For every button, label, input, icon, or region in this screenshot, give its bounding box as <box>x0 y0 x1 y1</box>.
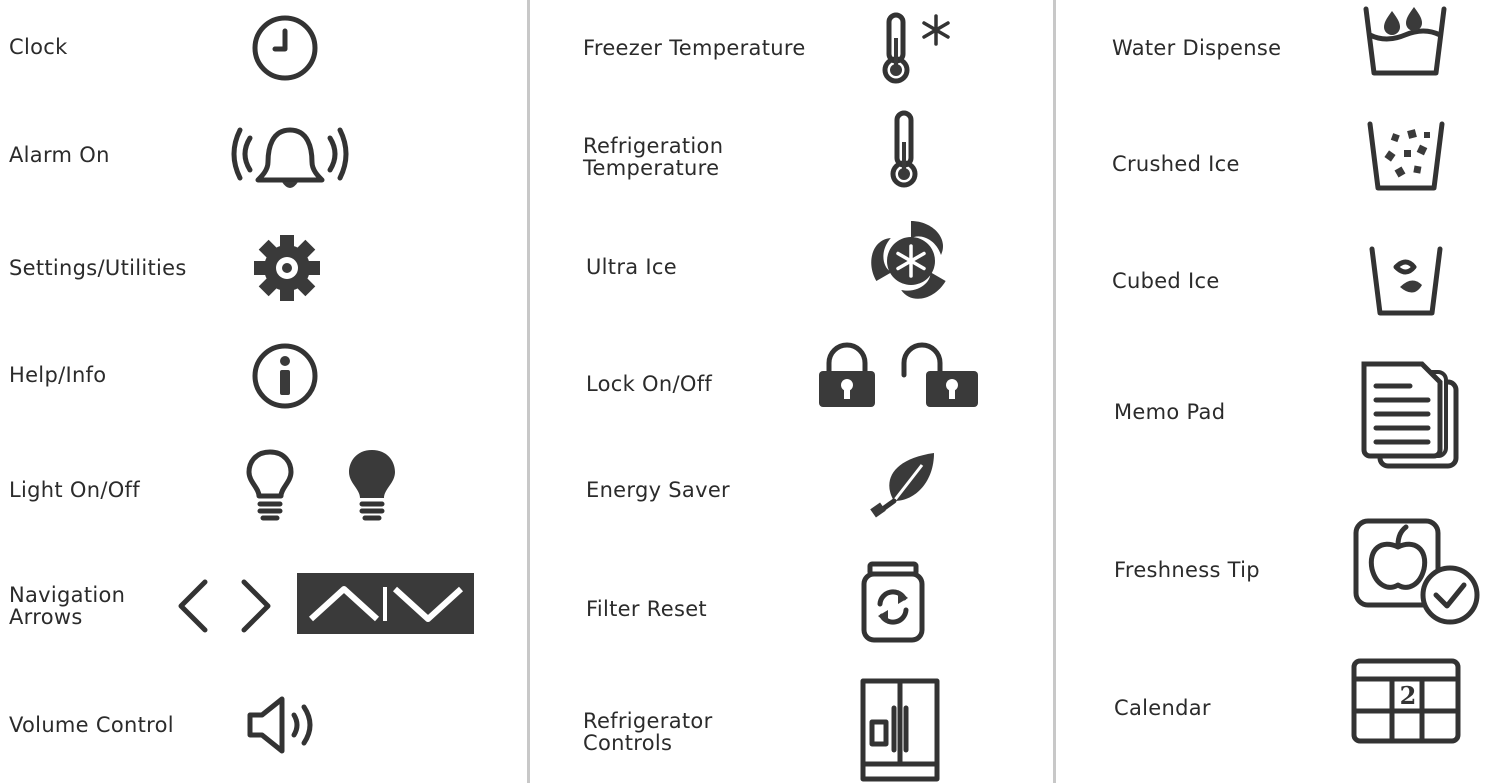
label-ultra-ice: Ultra Ice <box>586 255 677 279</box>
label-filter-reset: Filter Reset <box>586 597 707 621</box>
padlock-unlocked-icon[interactable] <box>900 342 980 409</box>
label-cubed-ice: Cubed Ice <box>1112 269 1220 293</box>
water-glass-icon[interactable] <box>1362 5 1448 77</box>
label-clock: Clock <box>9 35 68 59</box>
label-calendar: Calendar <box>1114 696 1211 720</box>
label-volume-control: Volume Control <box>9 713 174 737</box>
label-refrigerator-controls: Refrigerator Controls <box>583 709 713 755</box>
memo-pad-icon[interactable] <box>1360 360 1460 470</box>
column-divider-2 <box>1053 0 1056 783</box>
speaker-icon[interactable] <box>246 693 326 757</box>
label-settings-utilities: Settings/Utilities <box>9 256 187 280</box>
crushed-ice-icon[interactable] <box>1366 120 1446 192</box>
up-down-arrows-icon[interactable] <box>297 573 474 634</box>
clock-icon[interactable] <box>250 13 320 83</box>
ultra-ice-icon[interactable] <box>868 218 954 304</box>
alarm-bell-icon[interactable] <box>228 118 352 194</box>
refrigerator-icon[interactable] <box>860 678 940 783</box>
apple-check-icon[interactable] <box>1352 517 1484 625</box>
cubed-ice-icon[interactable] <box>1368 245 1444 317</box>
label-water-dispense: Water Dispense <box>1112 36 1282 60</box>
thermometer-icon[interactable] <box>888 110 922 190</box>
label-freshness-tip: Freshness Tip <box>1114 558 1260 582</box>
label-energy-saver: Energy Saver <box>586 478 730 502</box>
calendar-day-number: 2 <box>1399 681 1417 710</box>
calendar-icon[interactable]: 2 <box>1350 657 1462 745</box>
gear-icon[interactable] <box>252 233 322 303</box>
label-help-info: Help/Info <box>9 363 107 387</box>
column-divider-1 <box>527 0 530 783</box>
thermometer-snowflake-icon[interactable] <box>880 12 960 84</box>
left-arrow-icon[interactable] <box>175 578 211 634</box>
light-bulb-off-icon[interactable] <box>245 448 295 524</box>
label-crushed-ice: Crushed Ice <box>1112 152 1240 176</box>
label-navigation-arrows: Navigation Arrows <box>9 583 126 629</box>
label-refrigeration-temperature: Refrigeration Temperature <box>583 134 724 180</box>
label-memo-pad: Memo Pad <box>1114 400 1226 424</box>
label-lock-on-off: Lock On/Off <box>586 372 713 396</box>
filter-reset-icon[interactable] <box>860 560 926 644</box>
label-alarm-on: Alarm On <box>9 143 110 167</box>
right-arrow-icon[interactable] <box>238 578 274 634</box>
info-icon[interactable] <box>250 341 320 411</box>
light-bulb-on-icon[interactable] <box>347 448 397 524</box>
padlock-locked-icon[interactable] <box>817 342 877 409</box>
label-freezer-temperature: Freezer Temperature <box>583 36 806 60</box>
leaf-plug-icon[interactable] <box>870 451 942 518</box>
label-light-on-off: Light On/Off <box>9 478 140 502</box>
